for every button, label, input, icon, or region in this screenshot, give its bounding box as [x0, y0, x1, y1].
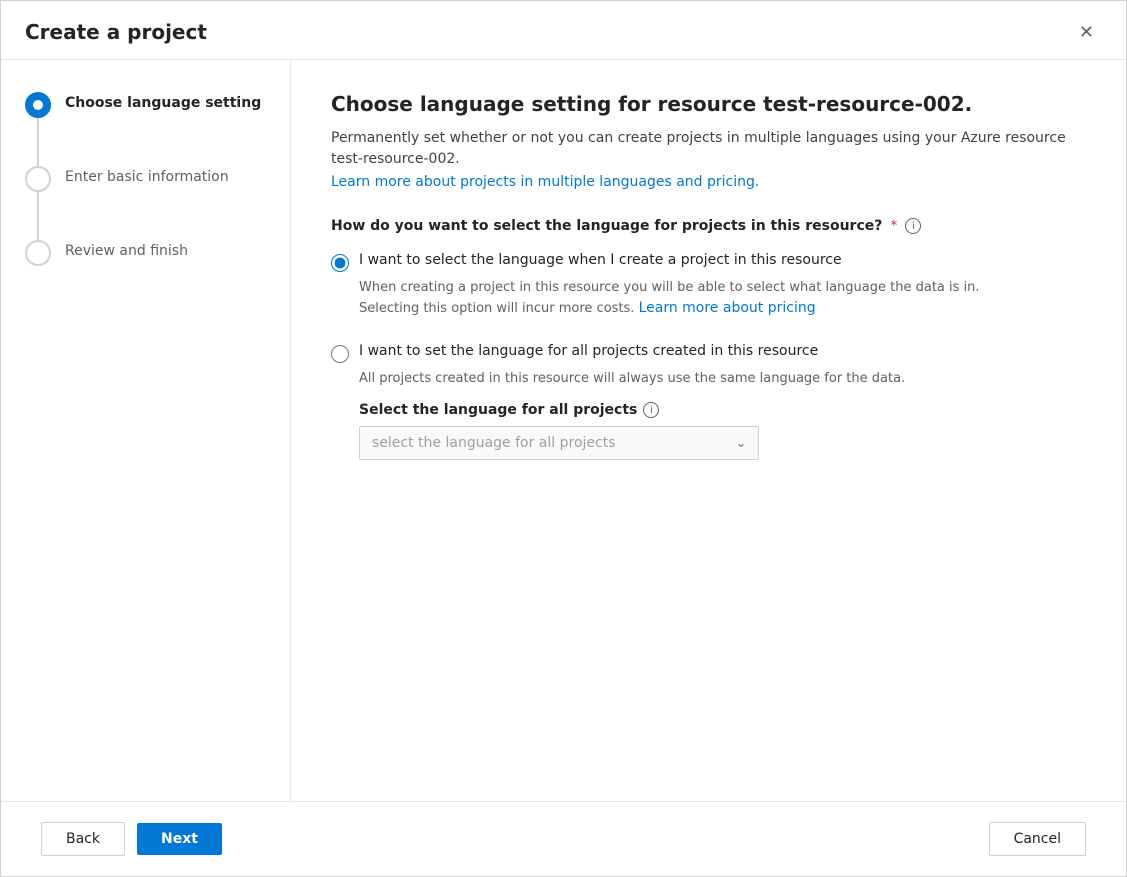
radio-desc-1-text2: Selecting this option will incur more co… [359, 301, 634, 316]
select-placeholder-text: select the language for all projects [372, 435, 616, 451]
radio-label-2[interactable]: I want to set the language for all proje… [359, 343, 818, 359]
sidebar-item-choose-language: Choose language setting [25, 92, 266, 118]
select-info-icon[interactable]: i [643, 402, 659, 418]
main-content: Choose language setting for resource tes… [291, 60, 1126, 801]
chevron-down-icon: ⌄ [736, 436, 746, 450]
select-label: Select the language for all projects [359, 402, 637, 418]
radio-input-1[interactable] [331, 254, 349, 272]
step-circle-3 [25, 240, 51, 266]
radio-input-2[interactable] [331, 345, 349, 363]
radio-option-1: I want to select the language when I cre… [331, 252, 1086, 319]
dialog-header: Create a project ✕ [1, 1, 1126, 60]
dialog-footer: Back Next Cancel [1, 801, 1126, 876]
learn-pricing-link[interactable]: Learn more about pricing [639, 300, 816, 316]
question-info-icon[interactable]: i [905, 218, 921, 234]
sidebar-item-review-finish: Review and finish [25, 240, 266, 266]
radio-option-2: I want to set the language for all proje… [331, 343, 1086, 461]
language-select-dropdown[interactable]: select the language for all projects ⌄ [359, 426, 759, 460]
radio-desc-1: When creating a project in this resource… [359, 278, 1086, 319]
back-button[interactable]: Back [41, 822, 125, 856]
cancel-button[interactable]: Cancel [989, 822, 1086, 856]
question-text: How do you want to select the language f… [331, 218, 882, 234]
step-connector-2 [37, 192, 39, 240]
step-label-basic-info: Enter basic information [65, 166, 229, 185]
close-button[interactable]: ✕ [1071, 19, 1102, 45]
radio-row-1: I want to select the language when I cre… [331, 252, 1086, 272]
radio-label-1[interactable]: I want to select the language when I cre… [359, 252, 842, 268]
section-title: Choose language setting for resource tes… [331, 92, 1086, 116]
close-icon: ✕ [1079, 23, 1094, 41]
question-row: How do you want to select the language f… [331, 218, 1086, 234]
sidebar-item-basic-info: Enter basic information [25, 166, 266, 192]
section-desc: Permanently set whether or not you can c… [331, 128, 1086, 170]
sidebar: Choose language setting Enter basic info… [1, 60, 291, 801]
select-label-row: Select the language for all projects i [359, 402, 1086, 418]
required-star: * [890, 218, 897, 234]
dialog-body: Choose language setting Enter basic info… [1, 60, 1126, 801]
create-project-dialog: Create a project ✕ Choose language setti… [0, 0, 1127, 877]
learn-more-link[interactable]: Learn more about projects in multiple la… [331, 174, 759, 190]
radio-desc-1-text1: When creating a project in this resource… [359, 280, 980, 295]
step-circle-1 [25, 92, 51, 118]
radio-desc-2: All projects created in this resource wi… [359, 369, 1086, 389]
step-circle-2 [25, 166, 51, 192]
radio-row-2: I want to set the language for all proje… [331, 343, 1086, 363]
step-label-review-finish: Review and finish [65, 240, 188, 259]
next-button[interactable]: Next [137, 823, 222, 855]
radio-group: I want to select the language when I cre… [331, 252, 1086, 484]
step-label-choose-language: Choose language setting [65, 92, 261, 111]
dialog-title: Create a project [25, 20, 207, 44]
step-connector-1 [37, 118, 39, 166]
